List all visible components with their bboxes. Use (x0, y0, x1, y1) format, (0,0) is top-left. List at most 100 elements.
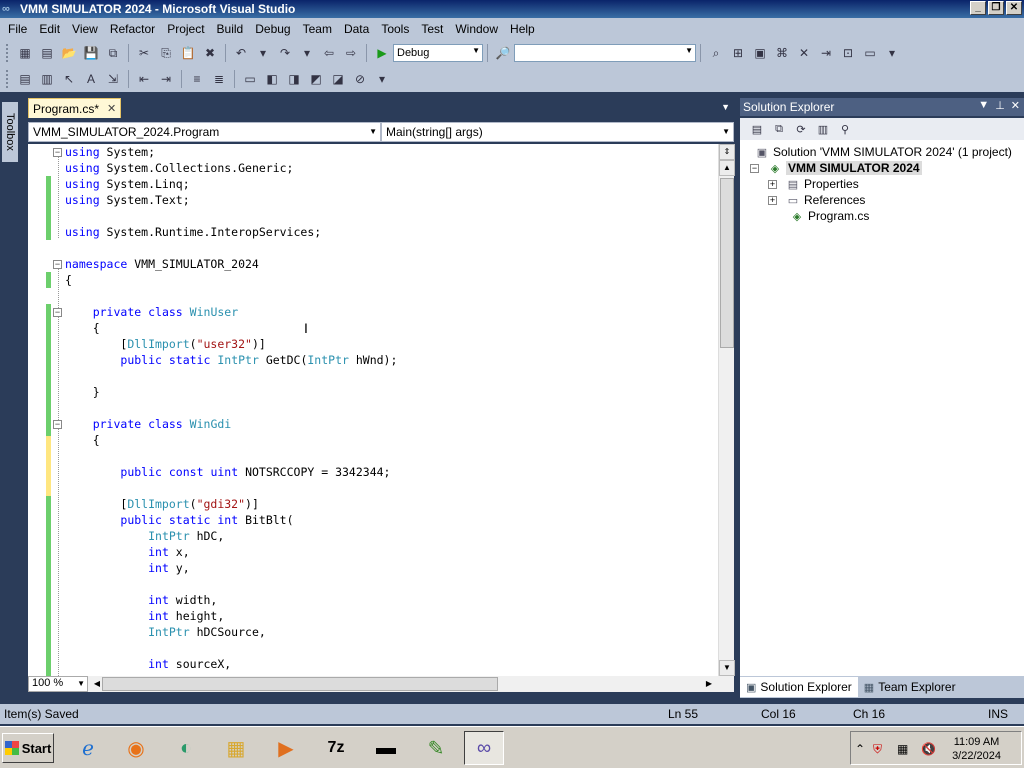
code-line[interactable] (65, 208, 397, 224)
toolbar-grip[interactable] (6, 70, 10, 88)
code-line[interactable]: IntPtr hDCSource, (65, 624, 397, 640)
copy-icon[interactable]: ⎘ (157, 44, 175, 62)
menu-data[interactable]: Data (338, 22, 375, 36)
scroll-up-icon[interactable]: ▲ (719, 160, 735, 176)
paste-icon[interactable]: 📋 (179, 44, 197, 62)
toggle-bookmark-icon[interactable]: ▭ (241, 70, 259, 88)
editor-vertical-scrollbar[interactable]: ⇕ ▲ ▼ (718, 144, 735, 676)
minimize-button[interactable]: _ (970, 1, 986, 15)
code-line[interactable]: int sourceX, (65, 656, 397, 672)
find-combo[interactable]: ▼ (514, 44, 696, 62)
code-line[interactable]: namespace VMM_SIMULATOR_2024 (65, 256, 397, 272)
open-file-icon[interactable]: 📂 (60, 44, 78, 62)
collapse-icon[interactable]: − (53, 308, 62, 317)
menu-window[interactable]: Window (449, 22, 504, 36)
clock[interactable]: 11:09 AM 3/22/2024 (952, 735, 1001, 763)
tab-solution-explorer[interactable]: ▣ Solution Explorer (740, 677, 858, 697)
refresh-icon[interactable]: ⟳ (792, 120, 810, 138)
start-button[interactable]: Start (2, 733, 54, 763)
toolbar-grip[interactable] (6, 44, 10, 62)
word-wrap-icon[interactable]: ⇲ (104, 70, 122, 88)
undo-dropdown-icon[interactable]: ▾ (254, 44, 272, 62)
tree-references[interactable]: + ▭ References (768, 192, 865, 208)
menu-build[interactable]: Build (211, 22, 250, 36)
code-line[interactable]: int y, (65, 560, 397, 576)
code-line[interactable]: IntPtr hDC, (65, 528, 397, 544)
menu-test[interactable]: Test (415, 22, 449, 36)
close-button[interactable]: ✕ (1006, 1, 1022, 15)
code-line[interactable]: [DllImport("gdi32")] (65, 496, 397, 512)
decrease-indent-icon[interactable]: ⇤ (135, 70, 153, 88)
active-files-dropdown-icon[interactable]: ▼ (721, 102, 730, 112)
tab-program-cs[interactable]: Program.cs* ✕ (28, 98, 122, 118)
add-item-icon[interactable]: ▤ (38, 44, 56, 62)
next-bookmark-folder-icon[interactable]: ◪ (329, 70, 347, 88)
file-explorer-icon[interactable]: ▦ (216, 731, 256, 765)
navigate-backward-icon[interactable]: ⇦ (320, 44, 338, 62)
collapse-icon[interactable]: − (750, 163, 759, 173)
code-line[interactable]: } (65, 384, 397, 400)
uncomment-lines-icon[interactable]: ≣ (210, 70, 228, 88)
collapse-icon[interactable]: − (53, 420, 62, 429)
quick-info-icon[interactable]: ↖ (60, 70, 78, 88)
menu-file[interactable]: File (2, 22, 33, 36)
security-alert-icon[interactable]: ⛨ (873, 742, 882, 757)
display-object-member-list-icon[interactable]: ▤ (16, 70, 34, 88)
toolbox-icon[interactable]: ✕ (795, 44, 813, 62)
code-line[interactable] (65, 448, 397, 464)
undo-icon[interactable]: ↶ (232, 44, 250, 62)
tree-properties[interactable]: + ▤ Properties (768, 176, 859, 192)
firefox-icon[interactable]: ◉ (116, 731, 156, 765)
properties-icon[interactable]: ▤ (748, 120, 766, 138)
internet-explorer-icon[interactable]: ℯ (68, 731, 108, 765)
zoom-select[interactable]: 100 % ▼ (28, 676, 88, 692)
scroll-right-icon[interactable]: ▶ (702, 677, 716, 691)
navigate-forward-icon[interactable]: ⇨ (342, 44, 360, 62)
command-prompt-icon[interactable]: ▬ (366, 731, 406, 765)
parameter-info-icon[interactable]: ▥ (38, 70, 56, 88)
comment-lines-icon[interactable]: ≡ (188, 70, 206, 88)
menu-edit[interactable]: Edit (33, 22, 66, 36)
menu-project[interactable]: Project (161, 22, 210, 36)
toolbar-options-icon[interactable]: ▾ (373, 70, 391, 88)
code-line[interactable] (65, 400, 397, 416)
expand-icon[interactable]: + (768, 179, 777, 189)
code-line[interactable]: private class WinGdi (65, 416, 397, 432)
view-code-icon[interactable]: ▥ (814, 120, 832, 138)
code-line[interactable]: public static IntPtr GetDC(IntPtr hWnd); (65, 352, 397, 368)
next-bookmark-icon[interactable]: ◨ (285, 70, 303, 88)
save-icon[interactable]: 💾 (82, 44, 100, 62)
code-line[interactable]: [DllImport("user32")] (65, 336, 397, 352)
tree-program-cs[interactable]: ◈ Program.cs (789, 208, 870, 224)
notepad-plus-icon[interactable]: ✎ (416, 731, 456, 765)
code-line[interactable] (65, 576, 397, 592)
scroll-down-icon[interactable]: ▼ (719, 660, 735, 676)
code-line[interactable]: { (65, 272, 397, 288)
extension-manager-icon[interactable]: ▭ (861, 44, 879, 62)
code-line[interactable]: using System.Collections.Generic; (65, 160, 397, 176)
media-player-icon[interactable]: ▶ (266, 731, 306, 765)
volume-muted-icon[interactable]: 🔇 (921, 742, 936, 756)
cut-icon[interactable]: ✂ (135, 44, 153, 62)
collapse-icon[interactable]: − (53, 260, 62, 269)
code-line[interactable] (65, 368, 397, 384)
scroll-thumb[interactable] (720, 178, 734, 348)
redo-icon[interactable]: ↷ (276, 44, 294, 62)
start-page-icon[interactable]: ⇥ (817, 44, 835, 62)
types-dropdown[interactable]: VMM_SIMULATOR_2024.Program ▼ (28, 122, 381, 142)
find-in-files-icon[interactable]: 🔎 (494, 44, 512, 62)
menu-team[interactable]: Team (297, 22, 338, 36)
code-line[interactable]: public static int BitBlt( (65, 512, 397, 528)
object-browser-icon[interactable]: ⌘ (773, 44, 791, 62)
tree-project[interactable]: − ◈ VMM SIMULATOR 2024 (750, 160, 922, 176)
code-line[interactable] (65, 480, 397, 496)
7zip-icon[interactable]: 7z (316, 731, 356, 765)
start-debugging-icon[interactable]: ▶ (373, 44, 391, 62)
code-line[interactable] (65, 288, 397, 304)
messenger-icon[interactable]: ◐ (166, 731, 206, 765)
previous-bookmark-icon[interactable]: ◧ (263, 70, 281, 88)
menu-refactor[interactable]: Refactor (104, 22, 161, 36)
network-icon[interactable]: ▦ (897, 742, 908, 756)
code-line[interactable] (65, 640, 397, 656)
code-line[interactable]: using System.Linq; (65, 176, 397, 192)
